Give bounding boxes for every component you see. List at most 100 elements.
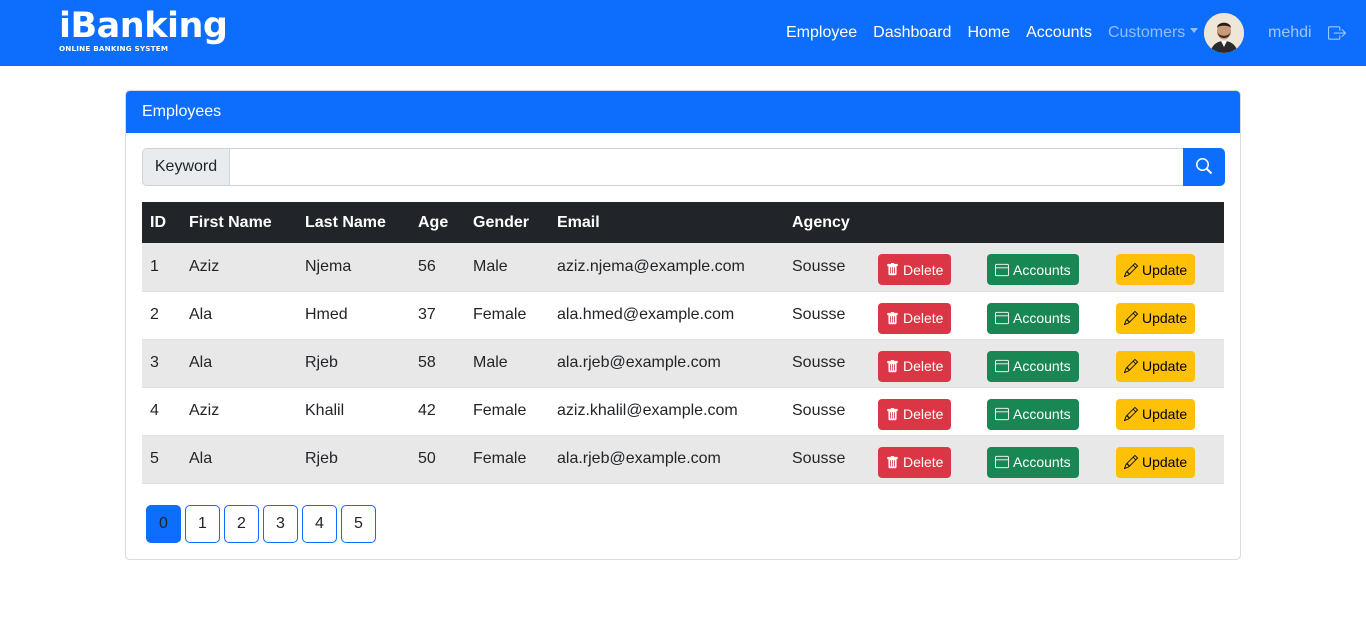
window-icon bbox=[995, 359, 1009, 373]
delete-button[interactable]: Delete bbox=[878, 350, 952, 382]
cell-update: Update bbox=[1108, 291, 1224, 340]
logout-icon[interactable] bbox=[1328, 24, 1346, 42]
cell-last-name: Hmed bbox=[297, 291, 410, 340]
update-button[interactable]: Update bbox=[1116, 350, 1196, 382]
cell-last-name: Njema bbox=[297, 243, 410, 292]
cell-email: ala.rjeb@example.com bbox=[549, 435, 784, 484]
window-icon bbox=[995, 455, 1009, 469]
accounts-label: Accounts bbox=[1013, 310, 1071, 326]
update-label: Update bbox=[1142, 358, 1188, 374]
delete-label: Delete bbox=[903, 454, 944, 470]
cell-first-name: Aziz bbox=[181, 243, 297, 292]
accounts-button[interactable]: Accounts bbox=[987, 350, 1079, 382]
column-header-gender: Gender bbox=[465, 202, 549, 243]
cell-first-name: Ala bbox=[181, 339, 297, 388]
column-header-accounts bbox=[979, 202, 1108, 243]
cell-first-name: Ala bbox=[181, 291, 297, 340]
cell-accounts: Accounts bbox=[979, 243, 1108, 292]
cell-agency: Sousse bbox=[784, 435, 870, 484]
page-button-1[interactable]: 1 bbox=[185, 505, 220, 543]
cell-age: 42 bbox=[410, 387, 465, 436]
card-title: Employees bbox=[126, 91, 1240, 133]
update-button[interactable]: Update bbox=[1116, 254, 1196, 286]
cell-accounts: Accounts bbox=[979, 435, 1108, 484]
column-header-age: Age bbox=[410, 202, 465, 243]
search-group: Keyword bbox=[142, 148, 1225, 186]
delete-button[interactable]: Delete bbox=[878, 254, 952, 286]
accounts-button[interactable]: Accounts bbox=[987, 302, 1079, 334]
nav-dropdown-customers[interactable]: Customers bbox=[1107, 22, 1199, 44]
column-header-first-name: First Name bbox=[181, 202, 297, 243]
update-button[interactable]: Update bbox=[1116, 302, 1196, 334]
delete-label: Delete bbox=[903, 261, 944, 278]
table-row: 1 Aziz Njema 56 Male aziz.njema@example.… bbox=[142, 243, 1224, 292]
brand-logo[interactable]: iBanking ONLINE BANKING SYSTEM bbox=[59, 6, 228, 54]
cell-delete: Delete bbox=[870, 435, 979, 484]
search-button[interactable] bbox=[1183, 148, 1225, 186]
cell-id: 2 bbox=[142, 291, 181, 340]
update-label: Update bbox=[1142, 261, 1188, 278]
cell-first-name: Aziz bbox=[181, 387, 297, 436]
accounts-label: Accounts bbox=[1013, 406, 1071, 422]
accounts-button[interactable]: Accounts bbox=[987, 398, 1079, 430]
cell-agency: Sousse bbox=[784, 339, 870, 388]
cell-delete: Delete bbox=[870, 339, 979, 388]
cell-agency: Sousse bbox=[784, 243, 870, 292]
cell-last-name: Rjeb bbox=[297, 339, 410, 388]
nav-link-dashboard[interactable]: Dashboard bbox=[873, 22, 951, 44]
delete-button[interactable]: Delete bbox=[878, 302, 952, 334]
cell-gender: Female bbox=[465, 435, 549, 484]
update-button[interactable]: Update bbox=[1116, 446, 1196, 478]
nav-link-accounts[interactable]: Accounts bbox=[1026, 22, 1092, 44]
accounts-button[interactable]: Accounts bbox=[987, 446, 1079, 478]
column-header-id: ID bbox=[142, 202, 181, 243]
table-header-row: ID First Name Last Name Age Gender Email… bbox=[142, 202, 1224, 243]
cell-id: 3 bbox=[142, 339, 181, 388]
page-button-4[interactable]: 4 bbox=[302, 505, 337, 543]
nav-links: Employee Dashboard Home Accounts Custome… bbox=[786, 22, 1214, 44]
update-button[interactable]: Update bbox=[1116, 398, 1196, 430]
page-button-5[interactable]: 5 bbox=[341, 505, 376, 543]
table-row: 2 Ala Hmed 37 Female ala.hmed@example.co… bbox=[142, 291, 1224, 340]
page-button-3[interactable]: 3 bbox=[263, 505, 298, 543]
delete-button[interactable]: Delete bbox=[878, 446, 952, 478]
cell-age: 56 bbox=[410, 243, 465, 292]
search-input[interactable] bbox=[229, 148, 1183, 186]
pagination: 012345 bbox=[146, 505, 380, 543]
pencil-icon bbox=[1124, 455, 1138, 469]
cell-age: 50 bbox=[410, 435, 465, 484]
page-button-0[interactable]: 0 bbox=[146, 505, 181, 543]
cell-first-name: Ala bbox=[181, 435, 297, 484]
search-icon bbox=[1195, 157, 1212, 177]
page-button-2[interactable]: 2 bbox=[224, 505, 259, 543]
accounts-label: Accounts bbox=[1013, 261, 1071, 278]
cell-email: ala.rjeb@example.com bbox=[549, 339, 784, 388]
brand-name: iBanking bbox=[59, 6, 228, 46]
pencil-icon bbox=[1124, 311, 1138, 325]
update-label: Update bbox=[1142, 454, 1188, 470]
trash-icon bbox=[887, 263, 898, 276]
accounts-button[interactable]: Accounts bbox=[987, 254, 1079, 286]
cell-email: ala.hmed@example.com bbox=[549, 291, 784, 340]
cell-gender: Female bbox=[465, 291, 549, 340]
cell-last-name: Khalil bbox=[297, 387, 410, 436]
cell-agency: Sousse bbox=[784, 291, 870, 340]
cell-accounts: Accounts bbox=[979, 291, 1108, 340]
avatar[interactable] bbox=[1204, 13, 1244, 53]
accounts-label: Accounts bbox=[1013, 454, 1071, 470]
table-row: 4 Aziz Khalil 42 Female aziz.khalil@exam… bbox=[142, 387, 1224, 436]
trash-icon bbox=[887, 311, 898, 324]
window-icon bbox=[995, 407, 1009, 421]
nav-link-home[interactable]: Home bbox=[967, 22, 1010, 44]
cell-update: Update bbox=[1108, 339, 1224, 388]
nav-link-employee[interactable]: Employee bbox=[786, 22, 857, 44]
cell-accounts: Accounts bbox=[979, 339, 1108, 388]
user-name[interactable]: mehdi bbox=[1268, 22, 1312, 44]
nav-dropdown-label: Customers bbox=[1107, 24, 1186, 41]
table-row: 5 Ala Rjeb 50 Female ala.rjeb@example.co… bbox=[142, 435, 1224, 484]
delete-button[interactable]: Delete bbox=[878, 398, 952, 430]
pencil-icon bbox=[1124, 262, 1138, 277]
column-header-delete bbox=[870, 202, 979, 243]
window-icon bbox=[995, 311, 1009, 325]
cell-gender: Female bbox=[465, 387, 549, 436]
